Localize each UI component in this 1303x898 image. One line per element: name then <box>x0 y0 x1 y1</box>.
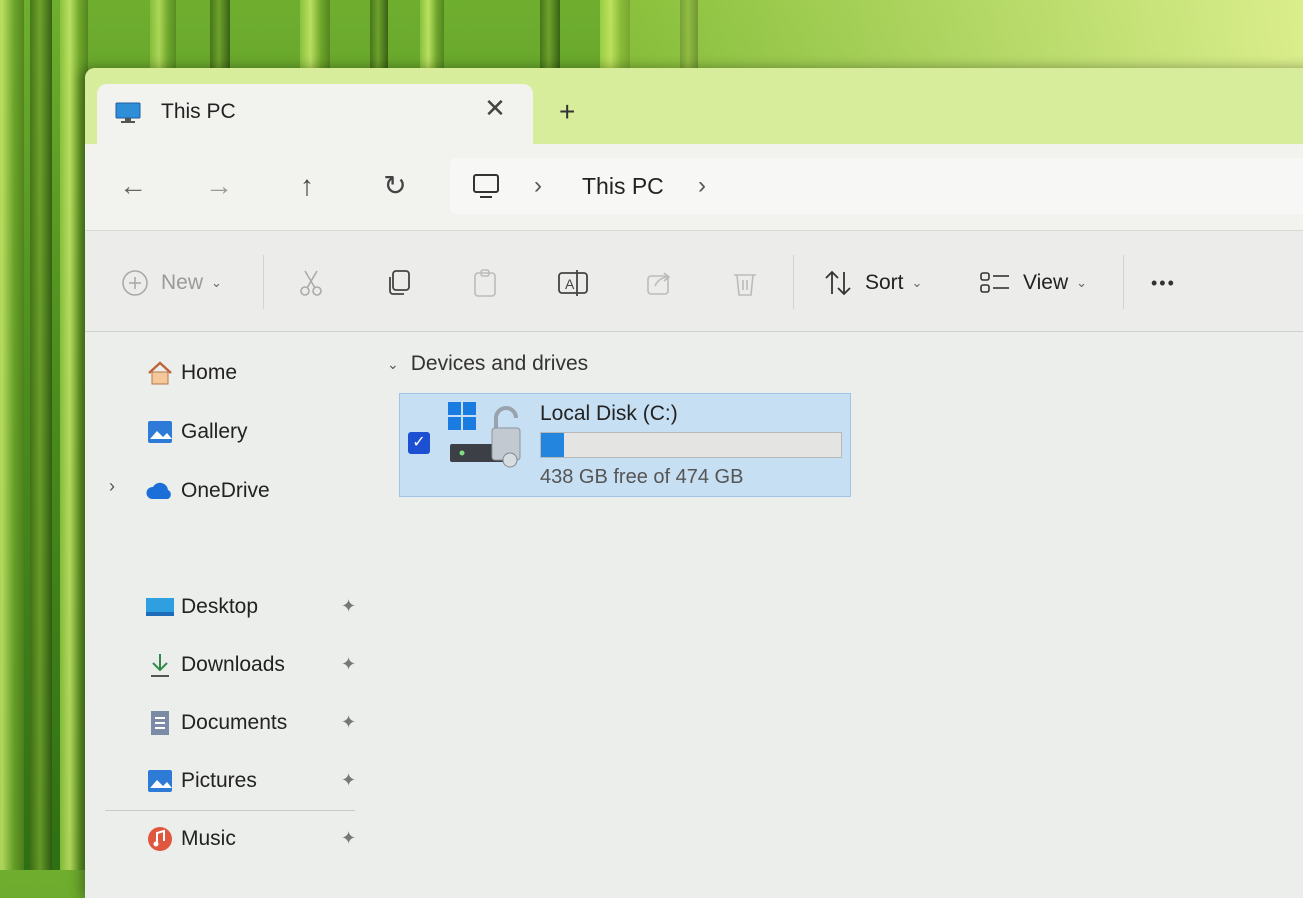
chevron-down-icon: ⌄ <box>1076 275 1088 290</box>
chevron-down-icon: ⌄ <box>211 275 222 290</box>
new-tab-button[interactable]: + <box>559 98 575 126</box>
pin-icon[interactable]: ✦ <box>341 596 356 617</box>
sidebar-item-gallery[interactable]: Gallery <box>145 415 248 449</box>
sidebar-item-desktop[interactable]: Desktop <box>145 590 258 624</box>
chevron-right-icon[interactable]: › <box>698 172 706 200</box>
sidebar-item-onedrive[interactable]: OneDrive <box>145 474 270 508</box>
sidebar-divider <box>105 810 355 811</box>
drive-icon <box>448 402 521 468</box>
desktop-icon <box>145 593 175 621</box>
pin-icon[interactable]: ✦ <box>341 712 356 733</box>
view-list-icon <box>980 272 1009 293</box>
view-label: View <box>1023 271 1069 294</box>
onedrive-icon <box>145 477 175 505</box>
sidebar-item-documents[interactable]: Documents <box>145 706 287 740</box>
rename-button[interactable]: A <box>557 263 589 303</box>
forward-button[interactable]: → <box>199 166 239 206</box>
sidebar-item-home[interactable]: Home <box>145 356 237 390</box>
share-button[interactable] <box>645 263 673 303</box>
view-button[interactable]: View ⌄ <box>979 263 1087 303</box>
breadcrumb-this-pc[interactable]: This PC <box>582 173 664 200</box>
up-button[interactable]: ↑ <box>287 166 327 206</box>
checkbox[interactable]: ✓ <box>408 432 430 454</box>
paste-button[interactable] <box>471 263 499 303</box>
downloads-icon <box>145 651 175 679</box>
title-bar: This PC ✕ + <box>85 68 1303 144</box>
home-icon <box>145 359 175 387</box>
sidebar-item-downloads[interactable]: Downloads <box>145 648 285 682</box>
content-pane: ⌄ Devices and drives ✓ Local Disk (C:) 4… <box>375 332 1303 898</box>
copy-button[interactable] <box>385 263 413 303</box>
address-bar[interactable]: › This PC › <box>450 158 1303 214</box>
drive-free-space: 438 GB free of 474 GB <box>540 466 744 488</box>
rename-icon: A <box>558 270 588 296</box>
navigation-pane: Home Gallery › OneDrive Desktop ✦ Downlo… <box>85 332 375 898</box>
copy-icon <box>389 270 410 295</box>
new-button[interactable]: New ⌄ <box>121 263 222 303</box>
delete-button[interactable] <box>731 263 759 303</box>
tab-this-pc[interactable]: This PC ✕ <box>97 84 533 144</box>
chevron-down-icon: ⌄ <box>387 355 399 372</box>
music-icon <box>145 825 175 853</box>
chevron-right-icon[interactable]: › <box>534 172 542 200</box>
documents-icon <box>145 709 175 737</box>
svg-text:A: A <box>565 276 575 292</box>
new-label: New <box>161 271 204 294</box>
computer-icon <box>473 174 499 198</box>
drive-local-disk-c[interactable]: ✓ Local Disk (C:) 438 GB free of 474 GB <box>399 393 851 497</box>
sidebar-item-music[interactable]: Music <box>145 822 236 856</box>
sort-icon <box>825 270 851 296</box>
sidebar-item-pictures[interactable]: Pictures <box>145 764 257 798</box>
drive-name: Local Disk (C:) <box>540 402 678 425</box>
trash-icon <box>734 274 756 296</box>
navigation-bar: ← → ↑ ↻ › This PC › <box>85 144 1303 231</box>
drive-usage-bar <box>540 432 842 458</box>
file-explorer-window: This PC ✕ + ← → ↑ ↻ › This PC › New ⌄ A … <box>85 68 1303 898</box>
more-options-button[interactable]: ••• <box>1151 263 1176 303</box>
drive-usage-fill <box>541 433 564 457</box>
close-tab-button[interactable]: ✕ <box>481 94 509 122</box>
cut-button[interactable] <box>297 263 325 303</box>
sort-button[interactable]: Sort ⌄ <box>823 263 922 303</box>
plus-circle-icon <box>122 270 148 296</box>
pin-icon[interactable]: ✦ <box>341 770 356 791</box>
back-button[interactable]: ← <box>113 166 153 206</box>
pin-icon[interactable]: ✦ <box>341 654 356 675</box>
refresh-button[interactable]: ↻ <box>375 166 415 206</box>
scissors-icon <box>300 270 322 296</box>
pin-icon[interactable]: ✦ <box>341 828 356 849</box>
command-bar: New ⌄ A Sort ⌄ View ⌄ ••• <box>85 231 1303 332</box>
sort-label: Sort <box>865 271 904 294</box>
clipboard-icon <box>474 269 496 297</box>
monitor-icon <box>115 102 141 123</box>
share-icon <box>647 272 671 295</box>
chevron-down-icon: ⌄ <box>911 275 923 290</box>
tab-title: This PC <box>161 100 236 123</box>
gallery-icon <box>145 418 175 446</box>
group-header-devices[interactable]: ⌄ Devices and drives <box>387 352 588 376</box>
chevron-right-icon[interactable]: › <box>109 476 115 497</box>
pictures-icon <box>145 767 175 795</box>
